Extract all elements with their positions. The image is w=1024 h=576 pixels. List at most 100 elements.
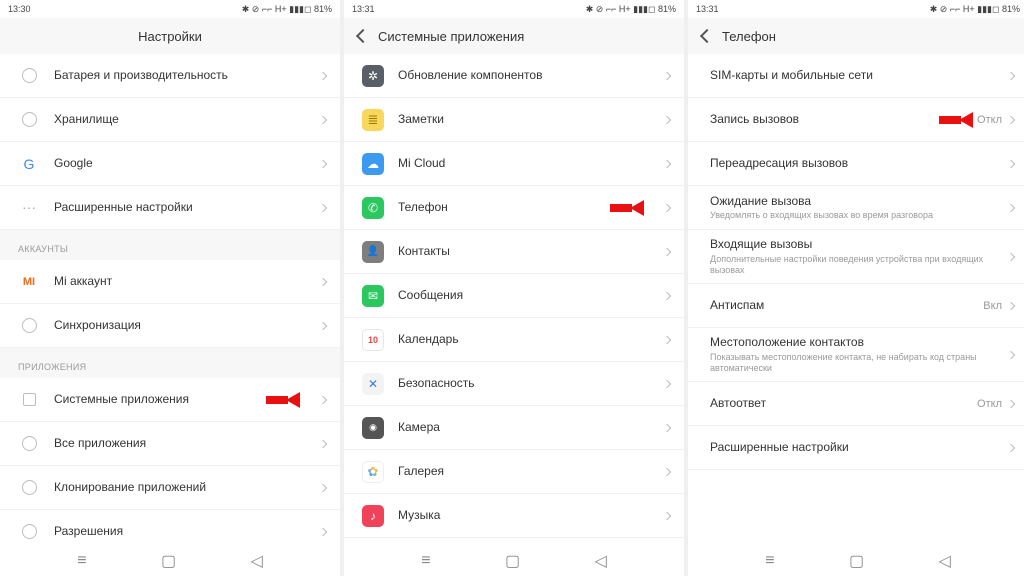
nav-home-icon[interactable]: ▢ (505, 551, 520, 571)
chevron-right-icon (1007, 159, 1015, 167)
row-gallery[interactable]: Галерея (344, 450, 684, 494)
chevron-right-icon (319, 395, 327, 403)
nav-home-icon[interactable]: ▢ (849, 551, 864, 571)
nav-back-icon[interactable]: ◁ (594, 551, 606, 571)
row-permissions[interactable]: Разрешения (0, 510, 340, 546)
chevron-right-icon (663, 247, 671, 255)
chevron-right-icon (663, 291, 671, 299)
row-advanced[interactable]: Расширенные настройки (688, 426, 1024, 470)
chevron-right-icon (1007, 203, 1015, 211)
chevron-right-icon (1007, 350, 1015, 358)
chevron-right-icon (319, 321, 327, 329)
row-waiting[interactable]: Ожидание вызоваУведомлять о входящих выз… (688, 186, 1024, 230)
row-clone-apps[interactable]: Клонирование приложений (0, 466, 340, 510)
chevron-right-icon (319, 115, 327, 123)
row-battery[interactable]: Батарея и производительность (0, 54, 340, 98)
cloud-icon (362, 153, 384, 175)
value: Откл (977, 398, 1002, 410)
nav-menu-icon[interactable]: ≡ (77, 552, 86, 570)
chevron-right-icon (319, 71, 327, 79)
status-bar: 13:31 ✱ ⊘ ⌐⌐ H+ ▮▮▮◻ 81% (688, 0, 1024, 18)
row-storage[interactable]: Хранилище (0, 98, 340, 142)
nav-back-icon[interactable]: ◁ (250, 551, 262, 571)
row-call-recording[interactable]: Запись вызововОткл (688, 98, 1024, 142)
row-advanced[interactable]: Расширенные настройки (0, 186, 340, 230)
row-location[interactable]: Местоположение контактовПоказывать место… (688, 328, 1024, 382)
row-contacts[interactable]: Контакты (344, 230, 684, 274)
back-icon[interactable] (700, 29, 714, 43)
nav-back-icon[interactable]: ◁ (938, 551, 950, 571)
row-all-apps[interactable]: Все приложения (0, 422, 340, 466)
navbar: ≡ ▢ ◁ (344, 546, 684, 576)
screen-system-apps: 13:31 ✱ ⊘ ⌐⌐ H+ ▮▮▮◻ 81% Системные прило… (344, 0, 684, 576)
status-icons: ✱ ⊘ ⌐⌐ H+ ▮▮▮◻ 81% (242, 4, 332, 15)
navbar: ≡ ▢ ◁ (688, 546, 1024, 576)
row-forwarding[interactable]: Переадресация вызовов (688, 142, 1024, 186)
row-incoming[interactable]: Входящие вызовыДополнительные настройки … (688, 230, 1024, 284)
row-music[interactable]: Музыка (344, 494, 684, 538)
section-accounts: АККАУНТЫ (0, 230, 340, 260)
status-bar: 13:31 ✱ ⊘ ⌐⌐ H+ ▮▮▮◻ 81% (344, 0, 684, 18)
phone-icon (362, 197, 384, 219)
screen-settings: 13:30 ✱ ⊘ ⌐⌐ H+ ▮▮▮◻ 81% Настройки Батар… (0, 0, 340, 576)
google-icon: G (18, 153, 40, 175)
chevron-right-icon (319, 483, 327, 491)
clone-icon (18, 477, 40, 499)
row-phone[interactable]: Телефон (344, 186, 684, 230)
allapps-icon (18, 433, 40, 455)
row-mi-account[interactable]: MIMi аккаунт (0, 260, 340, 304)
row-security[interactable]: Безопасность (344, 362, 684, 406)
storage-icon (18, 109, 40, 131)
phone-settings-list: SIM-карты и мобильные сети Запись вызово… (688, 54, 1024, 546)
chevron-right-icon (1007, 115, 1015, 123)
chevron-right-icon (1007, 71, 1015, 79)
back-icon[interactable] (356, 29, 370, 43)
more-icon (18, 197, 40, 219)
value: Вкл (983, 300, 1002, 312)
message-icon (362, 285, 384, 307)
chevron-right-icon (1007, 443, 1015, 451)
page-title: Системные приложения (378, 29, 524, 44)
chevron-right-icon (319, 527, 327, 535)
nav-menu-icon[interactable]: ≡ (421, 552, 430, 570)
apps-list: Обновление компонентов Заметки Mi Cloud … (344, 54, 684, 546)
gear-icon (362, 65, 384, 87)
status-time: 13:31 (352, 4, 375, 14)
contacts-icon (362, 241, 384, 263)
perm-icon (18, 521, 40, 543)
row-micloud[interactable]: Mi Cloud (344, 142, 684, 186)
chevron-right-icon (663, 511, 671, 519)
chevron-right-icon (1007, 252, 1015, 260)
row-calendar[interactable]: Календарь (344, 318, 684, 362)
row-antispam[interactable]: АнтиспамВкл (688, 284, 1024, 328)
page-title: Настройки (138, 29, 202, 44)
row-updater[interactable]: Обновление компонентов (344, 54, 684, 98)
nav-menu-icon[interactable]: ≡ (765, 552, 774, 570)
chevron-right-icon (319, 439, 327, 447)
chevron-right-icon (663, 423, 671, 431)
nav-home-icon[interactable]: ▢ (161, 551, 176, 571)
section-apps: ПРИЛОЖЕНИЯ (0, 348, 340, 378)
security-icon (362, 373, 384, 395)
chevron-right-icon (1007, 399, 1015, 407)
chevron-right-icon (319, 203, 327, 211)
chevron-right-icon (663, 379, 671, 387)
row-sim[interactable]: SIM-карты и мобильные сети (688, 54, 1024, 98)
value: Откл (977, 114, 1002, 126)
chevron-right-icon (663, 159, 671, 167)
chevron-right-icon (663, 115, 671, 123)
sync-icon (18, 315, 40, 337)
row-system-apps[interactable]: Системные приложения (0, 378, 340, 422)
row-google[interactable]: GGoogle (0, 142, 340, 186)
chevron-right-icon (663, 203, 671, 211)
chevron-right-icon (319, 277, 327, 285)
settings-list: Батарея и производительность Хранилище G… (0, 54, 340, 546)
screen-phone: 13:31 ✱ ⊘ ⌐⌐ H+ ▮▮▮◻ 81% Телефон SIM-кар… (688, 0, 1024, 576)
status-icons: ✱ ⊘ ⌐⌐ H+ ▮▮▮◻ 81% (586, 4, 676, 15)
row-messages[interactable]: Сообщения (344, 274, 684, 318)
battery-icon (18, 65, 40, 87)
row-sync[interactable]: Синхронизация (0, 304, 340, 348)
row-camera[interactable]: Камера (344, 406, 684, 450)
row-autoreply[interactable]: АвтоответОткл (688, 382, 1024, 426)
row-notes[interactable]: Заметки (344, 98, 684, 142)
